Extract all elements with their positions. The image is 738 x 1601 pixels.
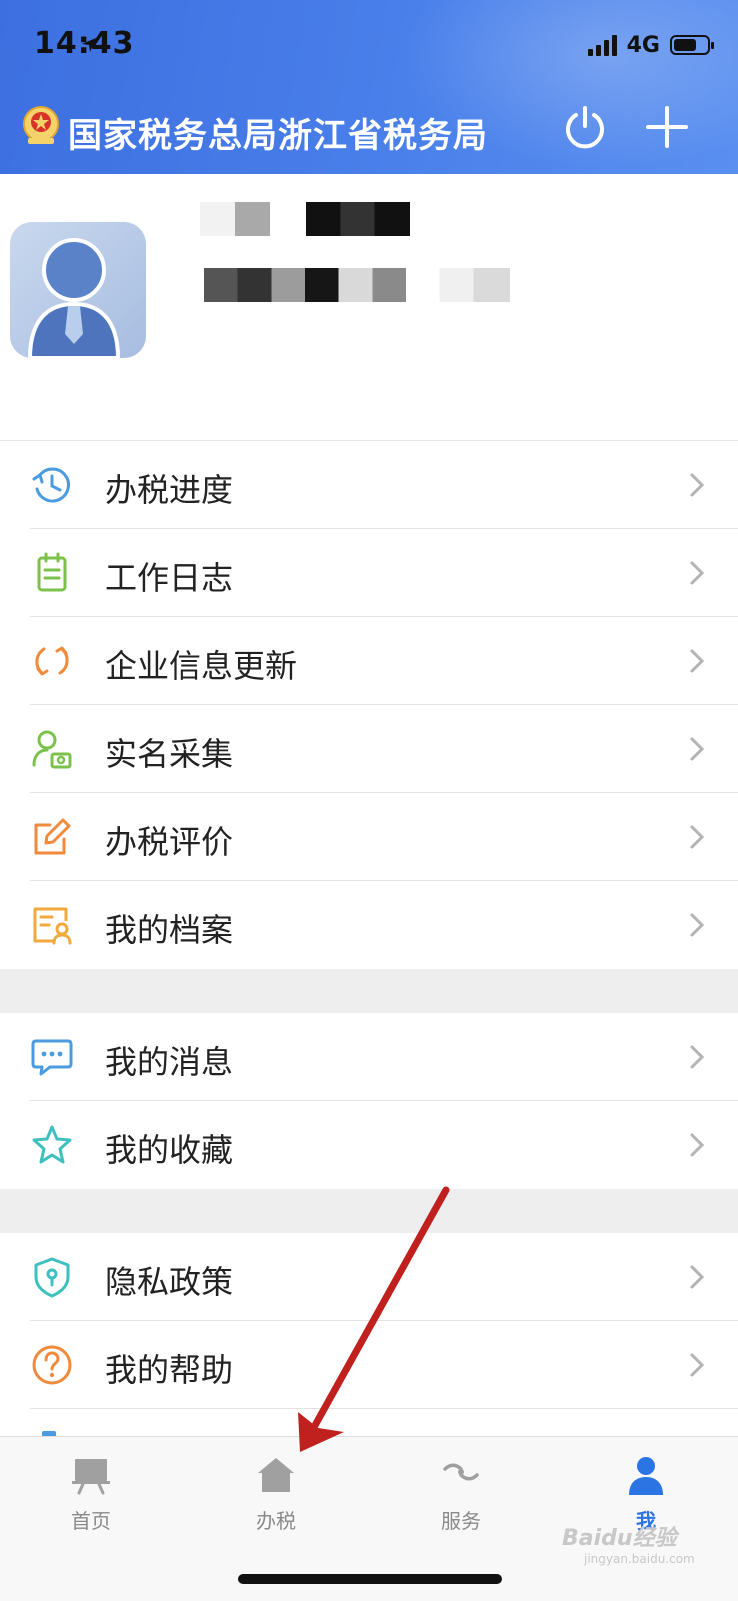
menu-label: 工作日志 [105, 559, 234, 597]
menu-label: 我的档案 [105, 911, 234, 949]
help-icon [32, 1345, 72, 1385]
user-camera-icon [32, 730, 72, 769]
section-divider [0, 969, 738, 1013]
menu-item-my-messages[interactable]: 我的消息 [0, 1013, 738, 1101]
shield-icon [34, 1257, 70, 1298]
tab-service[interactable]: 服务 [401, 1453, 521, 1539]
profile-card-icon [33, 907, 72, 945]
menu-label: 实名采集 [105, 735, 234, 773]
notebook-icon [37, 552, 67, 592]
status-indicators: 4G [81, 30, 714, 60]
chevron-right-icon [690, 1265, 705, 1289]
profile-section[interactable] [0, 174, 738, 441]
default-user-avatar-icon [27, 238, 121, 358]
menu-item-real-name-collection[interactable]: 实名采集 [0, 705, 738, 793]
tab-label: 服务 [441, 1509, 481, 1533]
menu-item-tax-progress[interactable]: 办税进度 [0, 441, 738, 529]
tab-label: 办税 [256, 1509, 296, 1533]
menu-label: 我的收藏 [105, 1131, 234, 1169]
menu-label: 我的消息 [105, 1043, 234, 1081]
menu-label: 办税评价 [105, 823, 234, 861]
tax-emblem-icon [23, 106, 59, 144]
chevron-right-icon [690, 561, 705, 585]
menu-group-help: 隐私政策 我的帮助 [0, 1233, 738, 1439]
power-icon[interactable] [562, 104, 608, 150]
chevron-right-icon [690, 1045, 705, 1069]
baidu-watermark: Baidu经验 jingyan.baidu.com [562, 1526, 695, 1566]
cellular-signal-icon [587, 34, 617, 56]
person-icon [629, 1457, 663, 1495]
home-indicator[interactable] [238, 1574, 502, 1584]
chevron-right-icon [690, 1353, 705, 1377]
censored-name [200, 202, 270, 236]
clock-history-icon [32, 467, 70, 503]
service-icon [443, 1463, 479, 1481]
menu-label: 隐私政策 [105, 1263, 234, 1301]
chevron-right-icon [690, 649, 705, 673]
menu-item-tax-evaluation[interactable]: 办税评价 [0, 793, 738, 881]
menu-item-partial[interactable] [0, 1409, 738, 1439]
menu-label: 企业信息更新 [105, 647, 298, 685]
app-header: 14:43 4G 国家税务总局浙江省税务局 [0, 0, 738, 174]
menu-item-work-log[interactable]: 工作日志 [0, 529, 738, 617]
tab-home[interactable]: 首页 [31, 1453, 151, 1539]
menu-label: 办税进度 [105, 471, 234, 509]
house-icon [258, 1458, 294, 1492]
menu-group-tax: 办税进度 工作日志 企业信息更新 实名采集 办税评价 我的档案 [0, 441, 738, 969]
network-type: 4G [626, 32, 660, 58]
refresh-icon [35, 646, 69, 676]
menu-label: 我的帮助 [105, 1351, 234, 1389]
censored-account-id [204, 268, 510, 302]
chat-bubble-icon [31, 1039, 73, 1076]
chevron-right-icon [690, 825, 705, 849]
chevron-right-icon [690, 913, 705, 937]
menu-item-my-favorites[interactable]: 我的收藏 [0, 1101, 738, 1189]
avatar[interactable] [10, 222, 146, 358]
menu-item-enterprise-info-update[interactable]: 企业信息更新 [0, 617, 738, 705]
presentation-board-icon [72, 1459, 110, 1495]
menu-group-personal: 我的消息 我的收藏 [0, 1013, 738, 1189]
chevron-right-icon [690, 473, 705, 497]
star-icon [32, 1125, 72, 1164]
tab-label: 首页 [71, 1509, 111, 1533]
menu-item-my-help[interactable]: 我的帮助 [0, 1321, 738, 1409]
menu-item-my-archive[interactable]: 我的档案 [0, 881, 738, 969]
chevron-right-icon [690, 737, 705, 761]
censored-name-2 [306, 202, 410, 236]
tab-tax[interactable]: 办税 [216, 1453, 336, 1539]
chevron-right-icon [690, 1133, 705, 1157]
header-title: 国家税务总局浙江省税务局 [68, 116, 488, 156]
menu-item-privacy-policy[interactable]: 隐私政策 [0, 1233, 738, 1321]
battery-icon [670, 35, 714, 55]
section-divider [0, 1189, 738, 1233]
add-icon[interactable] [644, 104, 690, 150]
edit-icon [34, 818, 71, 855]
location-arrow-icon [81, 38, 96, 52]
